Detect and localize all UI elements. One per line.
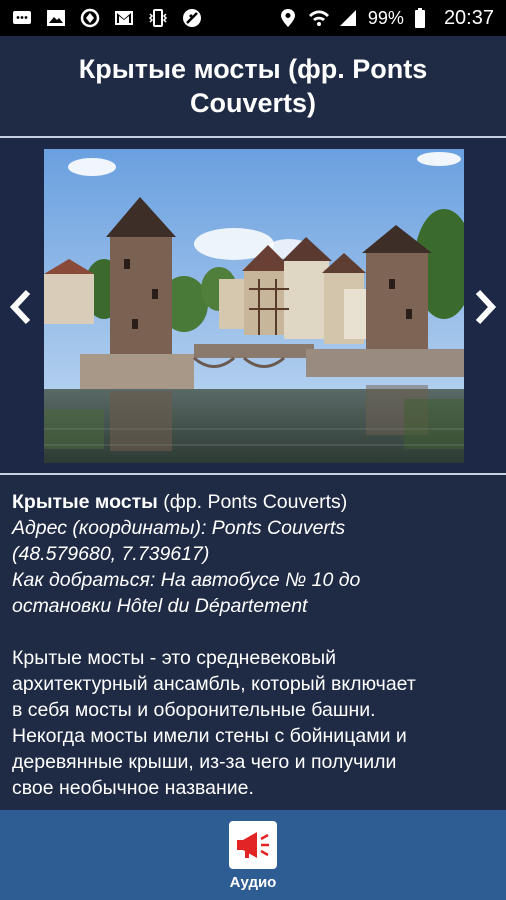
description-line: в себя мосты и оборонительные башни.: [12, 699, 376, 721]
system-icons: 99% 20:37: [278, 7, 506, 30]
audio-label: Аудио: [229, 874, 277, 891]
description-line: деревянные крыши, из-за чего и получили: [12, 751, 397, 773]
battery-icon: [414, 8, 434, 28]
bottom-bar: Аудио: [0, 810, 506, 900]
blocked-icon: [182, 8, 202, 28]
chevron-left-icon: [9, 289, 31, 325]
megaphone-icon: [237, 832, 269, 858]
audio-button[interactable]: [229, 821, 277, 869]
description-line: Крытые мосты - это средневековый: [12, 647, 337, 669]
vibrate-icon: [148, 8, 168, 28]
address-label: Адрес (координаты): Ponts Couverts: [12, 517, 346, 539]
header: Крытые мосты (фр. Ponts Couverts): [0, 36, 506, 136]
place-name-french: (фр. Ponts Couverts): [157, 491, 348, 513]
place-name: Крытые мосты: [12, 491, 158, 513]
route-label: Как добраться: На автобусе № 10 до: [12, 569, 361, 591]
gallery-icon: [46, 8, 66, 28]
gmail-icon: [114, 8, 134, 28]
sync-icon: [80, 8, 100, 28]
clock: 20:37: [443, 6, 494, 29]
status-bar: 99% 20:37: [0, 0, 506, 36]
description-line: Некогда мосты имели стены с бойницами и: [12, 725, 407, 747]
next-photo-button[interactable]: [470, 287, 500, 327]
messages-icon: [12, 8, 32, 28]
previous-photo-button[interactable]: [6, 287, 36, 327]
gallery-divider: [0, 473, 506, 475]
header-divider: [0, 136, 506, 138]
location-icon: [278, 8, 298, 28]
place-description: Крытые мосты (фр. Ponts Couverts) Адрес …: [0, 477, 506, 807]
signal-icon: [338, 8, 358, 28]
notification-icons: [0, 8, 202, 28]
wifi-icon: [308, 8, 329, 28]
address-coordinates: (48.579680, 7.739617): [12, 543, 210, 565]
description-line: свое необычное название.: [12, 777, 254, 799]
chevron-right-icon: [475, 289, 497, 325]
route-stop: остановки Hôtel du Département: [12, 595, 308, 617]
page-title: Крытые мосты (фр. Ponts Couverts): [78, 54, 428, 118]
photo-covered-bridges: [44, 149, 464, 463]
battery-percent: 99%: [367, 7, 404, 28]
description-line: архитектурный ансамбль, который включает: [12, 673, 416, 695]
place-name-line: Крытые мосты (фр. Ponts Couverts): [12, 489, 494, 515]
photo-gallery[interactable]: [0, 139, 506, 473]
